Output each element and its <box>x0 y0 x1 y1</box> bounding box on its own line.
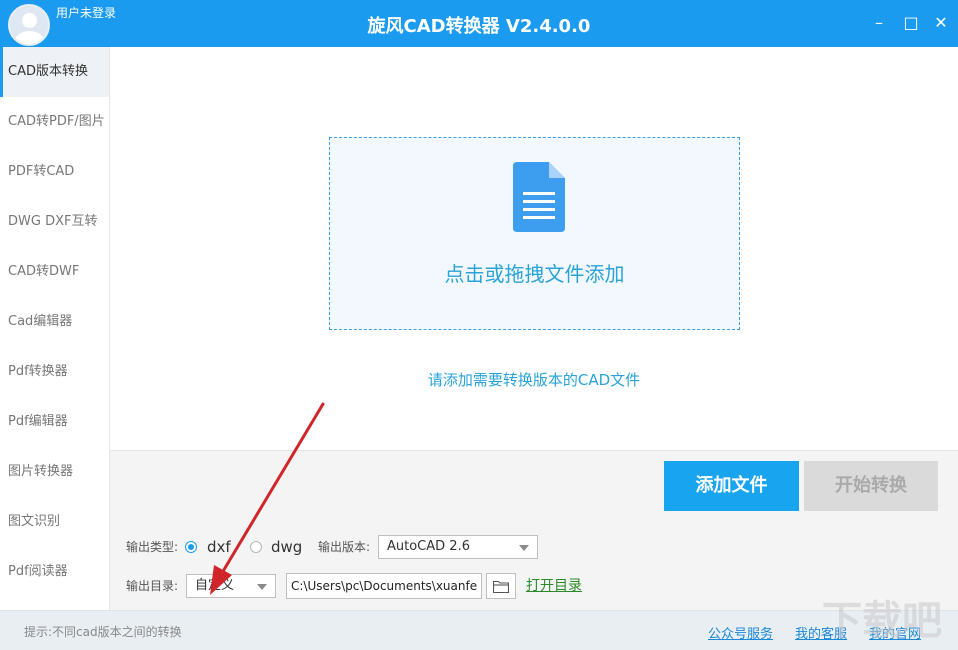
radio-dwg[interactable] <box>250 541 262 553</box>
start-convert-button[interactable]: 开始转换 <box>804 461 938 511</box>
sidebar-item-dwg-dxf[interactable]: DWG DXF互转 <box>0 197 109 247</box>
output-version-label: 输出版本: <box>318 540 371 554</box>
sidebar-item-pdf-to-cad[interactable]: PDF转CAD <box>0 147 109 197</box>
wechat-service-link[interactable]: 公众号服务 <box>708 623 773 642</box>
close-button[interactable]: ✕ <box>932 14 950 32</box>
sidebar-item-cad-to-pdf[interactable]: CAD转PDF/图片 <box>0 97 109 147</box>
main-panel: 点击或拖拽文件添加 请添加需要转换版本的CAD文件 添加文件 开始转换 输出类型… <box>110 47 958 610</box>
sidebar-item-image-converter[interactable]: 图片转换器 <box>0 447 109 497</box>
output-dir-label: 输出目录: <box>126 579 179 593</box>
sidebar-item-cad-editor[interactable]: Cad编辑器 <box>0 297 109 347</box>
minimize-button[interactable]: – <box>870 14 888 32</box>
output-dir-mode-value: 自定义 <box>195 578 235 593</box>
chevron-down-icon <box>257 584 267 590</box>
open-directory-link[interactable]: 打开目录 <box>526 573 582 599</box>
add-file-hint: 请添加需要转换版本的CAD文件 <box>427 371 641 389</box>
bottom-panel: 添加文件 开始转换 输出类型: dxf dwg 输出版本: AutoCAD 2.… <box>110 450 958 610</box>
status-tip: 提示:不同cad版本之间的转换 <box>24 625 182 639</box>
output-dir-mode-select[interactable]: 自定义 <box>186 574 276 598</box>
sidebar: CAD版本转换 CAD转PDF/图片 PDF转CAD DWG DXF互转 CAD… <box>0 47 110 610</box>
sidebar-item-pdf-editor[interactable]: Pdf编辑器 <box>0 397 109 447</box>
sidebar-item-pdf-converter[interactable]: Pdf转换器 <box>0 347 109 397</box>
output-version-value: AutoCAD 2.6 <box>387 539 470 554</box>
maximize-button[interactable]: □ <box>902 14 920 32</box>
browse-folder-button[interactable] <box>486 573 516 599</box>
sidebar-item-cad-to-dwf[interactable]: CAD转DWF <box>0 247 109 297</box>
chevron-down-icon <box>519 545 529 551</box>
sidebar-item-pdf-reader[interactable]: Pdf阅读器 <box>0 547 109 597</box>
output-path-field[interactable]: C:\Users\pc\Documents\xuanfe <box>286 573 482 599</box>
output-version-select[interactable]: AutoCAD 2.6 <box>378 535 538 559</box>
watermark-logo: 下载吧 <box>822 598 942 644</box>
document-icon <box>513 162 565 232</box>
output-type-label: 输出类型: <box>126 540 179 554</box>
radio-dwg-label[interactable]: dwg <box>271 535 302 559</box>
status-bar: 提示:不同cad版本之间的转换 公众号服务 我的客服 我的官网 <box>0 610 958 650</box>
title-bar: 用户未登录 旋风CAD转换器 V2.4.0.0 – □ ✕ <box>0 0 958 47</box>
radio-dxf-label[interactable]: dxf <box>207 535 231 559</box>
file-dropzone[interactable]: 点击或拖拽文件添加 <box>329 137 740 330</box>
sidebar-item-cad-version[interactable]: CAD版本转换 <box>0 47 109 97</box>
add-files-button[interactable]: 添加文件 <box>664 461 799 511</box>
folder-icon <box>493 580 509 593</box>
sidebar-item-ocr[interactable]: 图文识别 <box>0 497 109 547</box>
app-title: 旋风CAD转换器 V2.4.0.0 <box>367 16 591 37</box>
radio-dxf[interactable] <box>185 541 197 553</box>
dropzone-label: 点击或拖拽文件添加 <box>444 262 625 286</box>
output-type-row: 输出类型: dxf dwg 输出版本: AutoCAD 2.6 <box>126 535 946 559</box>
